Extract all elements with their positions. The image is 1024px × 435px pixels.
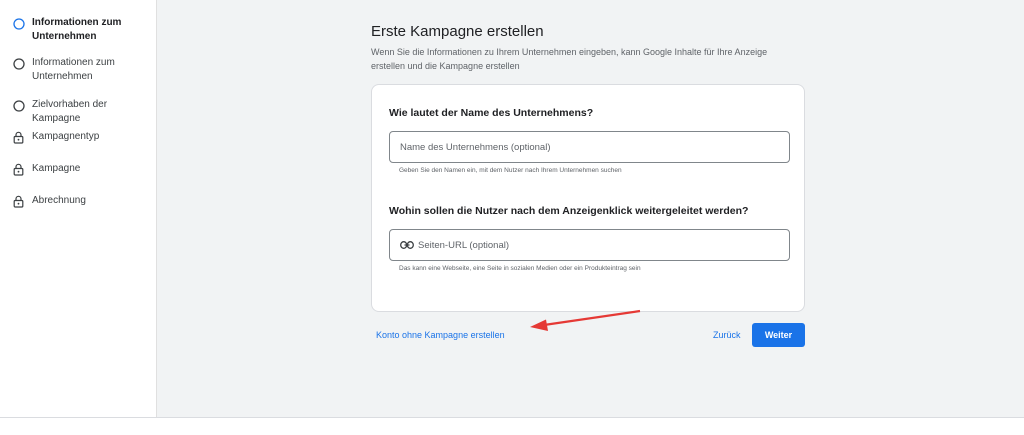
business-name-input[interactable] <box>400 141 789 153</box>
lock-icon <box>12 163 25 176</box>
business-info-card: Wie lautet der Name des Unternehmens? Ge… <box>371 84 805 312</box>
url-field[interactable] <box>389 229 790 261</box>
main-content: Erste Kampagne erstellen Wenn Sie die In… <box>158 0 1024 417</box>
circle-icon <box>12 99 25 112</box>
url-question: Wohin sollen die Nutzer nach dem Anzeige… <box>389 205 749 217</box>
sidebar-item-label: Informationen zum Unternehmen <box>32 57 115 82</box>
business-name-field[interactable] <box>389 131 790 163</box>
sidebar-item-business-info-active[interactable]: Informationen zum Unternehmen <box>0 16 157 44</box>
sidebar-item-billing[interactable]: Abrechnung <box>0 194 157 208</box>
circle-icon <box>12 57 25 70</box>
sidebar: Informationen zum Unternehmen Informatio… <box>0 0 157 417</box>
business-name-hint: Geben Sie den Namen ein, mit dem Nutzer … <box>399 167 622 174</box>
page-title: Erste Kampagne erstellen <box>371 23 544 40</box>
circle-icon <box>12 17 25 30</box>
business-name-question: Wie lautet der Name des Unternehmens? <box>389 107 594 119</box>
sidebar-item-campaign-goals[interactable]: Zielvorhaben der Kampagne <box>0 98 157 126</box>
lock-icon <box>12 131 25 144</box>
link-icon <box>400 241 414 249</box>
sidebar-item-business-info[interactable]: Informationen zum Unternehmen <box>0 56 157 84</box>
sidebar-item-label: Abrechnung <box>32 195 86 206</box>
create-account-without-campaign-link[interactable]: Konto ohne Kampagne erstellen <box>376 330 505 340</box>
sidebar-item-label: Zielvorhaben der Kampagne <box>32 99 108 124</box>
sidebar-item-label: Informationen zum Unternehmen <box>32 17 122 42</box>
bottom-bar <box>0 417 1024 435</box>
url-hint: Das kann eine Webseite, eine Seite in so… <box>399 265 641 272</box>
next-button[interactable]: Weiter <box>752 323 805 347</box>
sidebar-item-campaign[interactable]: Kampagne <box>0 162 157 176</box>
sidebar-item-campaign-type[interactable]: Kampagnentyp <box>0 130 157 144</box>
page-description: Wenn Sie die Informationen zu Ihrem Unte… <box>371 47 768 71</box>
sidebar-item-label: Kampagnentyp <box>32 131 100 142</box>
back-button[interactable]: Zurück <box>713 330 741 340</box>
sidebar-item-label: Kampagne <box>32 163 81 174</box>
url-input[interactable] <box>418 239 789 251</box>
lock-icon <box>12 195 25 208</box>
